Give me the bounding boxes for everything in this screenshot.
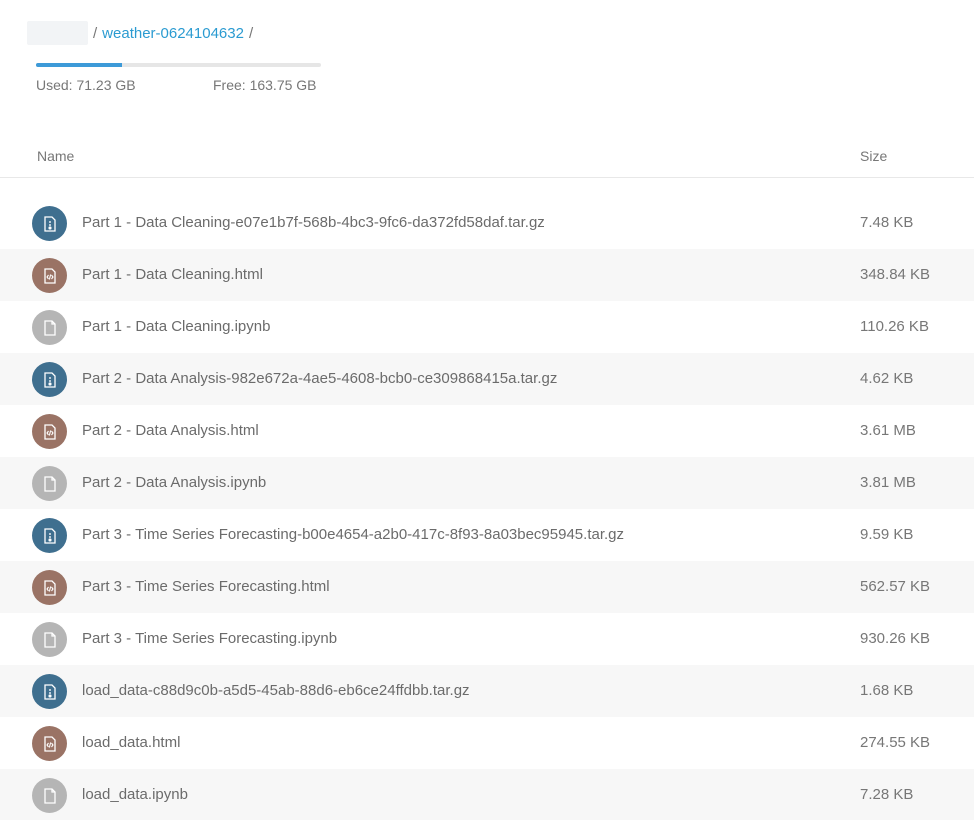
file-name[interactable]: Part 3 - Time Series Forecasting-b00e465… (82, 526, 624, 543)
file-row[interactable]: Part 1 - Data Cleaning.ipynb 110.26 KB (0, 301, 974, 353)
column-header-size[interactable]: Size (860, 148, 887, 164)
file-name[interactable]: Part 2 - Data Analysis-982e672a-4ae5-460… (82, 370, 557, 387)
file-row[interactable]: load_data.html 274.55 KB (0, 717, 974, 769)
breadcrumb-separator: / (248, 24, 254, 42)
file-size: 7.48 KB (860, 214, 914, 231)
file-size: 3.61 MB (860, 422, 916, 439)
file-row[interactable]: Part 1 - Data Cleaning.html 348.84 KB (0, 249, 974, 301)
file-row[interactable]: Part 2 - Data Analysis-982e672a-4ae5-460… (0, 353, 974, 405)
file-row[interactable]: Part 1 - Data Cleaning-e07e1b7f-568b-4bc… (0, 197, 974, 249)
file-size: 4.62 KB (860, 370, 914, 387)
file-name[interactable]: load_data.html (82, 734, 180, 751)
file-name[interactable]: Part 1 - Data Cleaning.ipynb (82, 318, 270, 335)
breadcrumb-root-link[interactable] (27, 21, 88, 45)
archive-icon (32, 362, 67, 397)
document-icon (32, 778, 67, 813)
file-name[interactable]: Part 2 - Data Analysis.html (82, 422, 259, 439)
storage-free-label: Free: 163.75 GB (213, 77, 317, 93)
file-row[interactable]: Part 2 - Data Analysis.ipynb 3.81 MB (0, 457, 974, 509)
file-browser: / weather-0624104632 / Used: 71.23 GB Fr… (0, 0, 974, 820)
file-name[interactable]: Part 1 - Data Cleaning-e07e1b7f-568b-4bc… (82, 214, 545, 231)
html-file-icon (32, 726, 67, 761)
file-size: 7.28 KB (860, 786, 914, 803)
html-file-icon (32, 258, 67, 293)
file-size: 3.81 MB (860, 474, 916, 491)
file-row[interactable]: Part 3 - Time Series Forecasting.html 562… (0, 561, 974, 613)
table-header: Name Size (0, 137, 974, 178)
archive-icon (32, 674, 67, 709)
document-icon (32, 466, 67, 501)
file-name[interactable]: Part 2 - Data Analysis.ipynb (82, 474, 266, 491)
file-row[interactable]: Part 3 - Time Series Forecasting.ipynb 93… (0, 613, 974, 665)
document-icon (32, 310, 67, 345)
breadcrumb: / weather-0624104632 / (27, 21, 258, 45)
file-size: 274.55 KB (860, 734, 931, 751)
file-row[interactable]: load_data-c88d9c0b-a5d5-45ab-88d6-eb6ce2… (0, 665, 974, 717)
html-file-icon (32, 570, 67, 605)
file-row[interactable]: Part 2 - Data Analysis.html 3.61 MB (0, 405, 974, 457)
storage-usage-fill (36, 63, 123, 67)
file-name[interactable]: Part 1 - Data Cleaning.html (82, 266, 263, 283)
archive-icon (32, 206, 67, 241)
file-name[interactable]: Part 3 - Time Series Forecasting.ipynb (82, 630, 337, 647)
storage-used-label: Used: 71.23 GB (36, 77, 136, 93)
file-name[interactable]: Part 3 - Time Series Forecasting.html (82, 578, 330, 595)
file-size: 930.26 KB (860, 630, 931, 647)
html-file-icon (32, 414, 67, 449)
file-size: 110.26 KB (860, 318, 929, 335)
document-icon (32, 622, 67, 657)
file-size: 562.57 KB (860, 578, 931, 595)
file-size: 9.59 KB (860, 526, 914, 543)
file-name[interactable]: load_data.ipynb (82, 786, 188, 803)
breadcrumb-separator: / (93, 24, 98, 42)
file-size: 348.84 KB (860, 266, 931, 283)
storage-usage-bar (36, 63, 321, 67)
file-list: Part 1 - Data Cleaning-e07e1b7f-568b-4bc… (0, 197, 974, 820)
file-size: 1.68 KB (860, 682, 914, 699)
file-name[interactable]: load_data-c88d9c0b-a5d5-45ab-88d6-eb6ce2… (82, 682, 470, 699)
archive-icon (32, 518, 67, 553)
breadcrumb-folder-link[interactable]: weather-0624104632 (102, 25, 244, 42)
file-row[interactable]: load_data.ipynb 7.28 KB (0, 769, 974, 820)
column-header-name[interactable]: Name (37, 148, 74, 164)
file-row[interactable]: Part 3 - Time Series Forecasting-b00e465… (0, 509, 974, 561)
